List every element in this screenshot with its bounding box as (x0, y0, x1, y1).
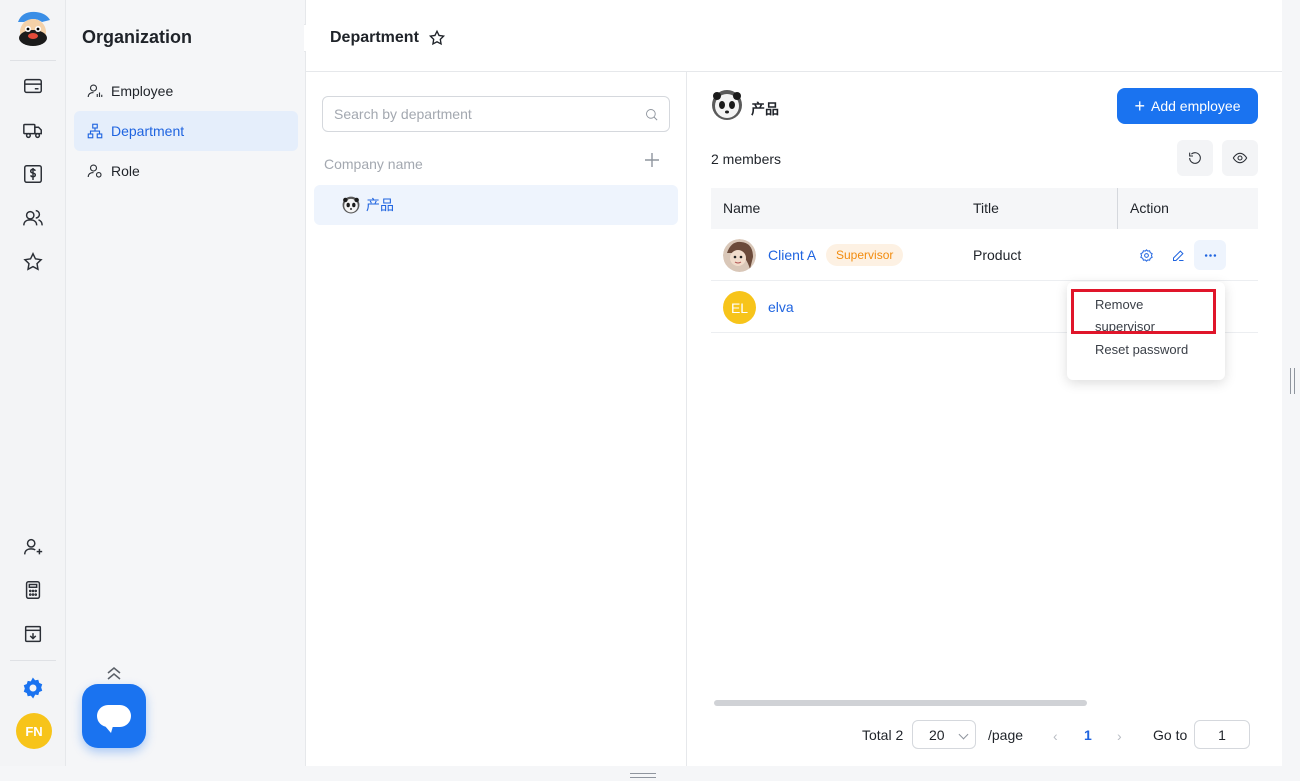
brand-logo[interactable] (12, 8, 54, 48)
employee-name-link[interactable]: elva (768, 299, 794, 315)
vertical-resize-handle[interactable] (1290, 368, 1295, 394)
employee-name-link[interactable]: Client A (768, 247, 816, 263)
rail-divider-bottom (10, 660, 56, 661)
add-user-icon[interactable] (21, 535, 45, 559)
app-root: FN Organization Employee Department Role… (0, 0, 1300, 781)
more-dots-icon (1204, 253, 1216, 257)
user-avatar[interactable]: FN (16, 713, 52, 749)
star-icon[interactable] (21, 250, 45, 274)
goto-page-input[interactable]: 1 (1194, 720, 1250, 749)
row-actions (1117, 229, 1258, 281)
supervisor-badge: Supervisor (826, 244, 904, 266)
role-icon (87, 164, 102, 178)
user-settings-button[interactable] (1133, 242, 1159, 268)
view-toggle-button[interactable] (1222, 140, 1258, 176)
user-gear-icon (1139, 248, 1153, 262)
plus-icon: + (1134, 96, 1145, 116)
chat-bubble-icon (97, 705, 131, 733)
refresh-button[interactable] (1177, 140, 1213, 176)
calculator-icon[interactable] (21, 578, 45, 602)
department-tree-panel: Search by department Company name 产品 (306, 72, 687, 766)
pagination-total: Total 2 (862, 727, 904, 743)
column-header-action: Action (1130, 200, 1169, 216)
next-page-icon[interactable]: › (1117, 728, 1122, 744)
search-icon (646, 109, 658, 121)
column-divider (1117, 188, 1118, 229)
sidebar-item-employee[interactable]: Employee (74, 71, 298, 111)
table-row: Client A Supervisor Product (711, 229, 1258, 281)
members-panel: 产品 + Add employee 2 members Name Title A… (687, 72, 1282, 766)
double-chevron-up-icon[interactable] (104, 664, 124, 682)
eye-icon (1232, 152, 1248, 164)
horizontal-resize-handle[interactable] (630, 773, 656, 778)
tree-node-label: 产品 (366, 197, 394, 213)
chevron-down-icon (958, 729, 969, 740)
goto-page-value: 1 (1218, 726, 1226, 743)
employee-initials-avatar: EL (723, 291, 756, 324)
column-header-name: Name (723, 200, 761, 216)
employee-icon (87, 84, 103, 98)
per-page-label: /page (988, 727, 1024, 743)
department-name: 产品 (751, 101, 779, 117)
chat-button[interactable] (82, 684, 146, 748)
add-employee-button[interactable]: + Add employee (1117, 88, 1258, 124)
icon-rail: FN (0, 0, 66, 766)
sidebar-item-label: Employee (111, 83, 174, 99)
rail-divider (10, 60, 56, 61)
pagination: Total 2 20 /page ‹ 1 › Go to 1 (687, 720, 1282, 750)
edit-button[interactable] (1165, 242, 1191, 268)
employee-title: Product (973, 247, 1022, 263)
main-content: Department Search by department Company … (306, 0, 1282, 766)
page-header: Department (306, 0, 1282, 72)
member-count: 2 members (711, 151, 782, 167)
pencil-icon (1172, 249, 1184, 261)
add-department-icon[interactable] (644, 152, 660, 168)
page-size-select[interactable]: 20 (912, 720, 976, 749)
organization-sidebar: Organization Employee Department Role (66, 0, 306, 766)
current-page[interactable]: 1 (1084, 727, 1092, 743)
refresh-icon (1189, 152, 1201, 164)
wallet-icon[interactable] (21, 74, 45, 98)
column-header-title: Title (973, 200, 999, 216)
download-box-icon[interactable] (21, 622, 45, 646)
prev-page-icon[interactable]: ‹ (1053, 728, 1058, 744)
page-size-value: 20 (929, 726, 945, 743)
sidebar-item-role[interactable]: Role (74, 151, 298, 191)
search-placeholder: Search by department (334, 106, 472, 122)
sidebar-item-label: Role (111, 163, 140, 179)
add-employee-label: Add employee (1151, 98, 1241, 114)
table-header: Name Title Action (711, 188, 1258, 229)
org-chart-icon (87, 123, 103, 139)
department-avatar-icon (712, 90, 742, 120)
sidebar-item-department[interactable]: Department (74, 111, 298, 151)
sidebar-title: Organization (82, 27, 193, 47)
sidebar-item-label: Department (111, 123, 185, 139)
menu-item-reset-password[interactable]: Reset password (1095, 342, 1188, 357)
truck-icon[interactable] (21, 118, 45, 142)
favorite-star-icon[interactable] (428, 29, 446, 47)
billing-icon[interactable] (21, 162, 45, 186)
department-search-input[interactable]: Search by department (322, 96, 670, 132)
highlight-box (1071, 289, 1216, 334)
client-avatar (723, 239, 756, 272)
panda-avatar-icon (342, 196, 360, 214)
horizontal-scrollbar[interactable] (714, 700, 1087, 706)
settings-gear-icon[interactable] (21, 676, 45, 700)
more-actions-button[interactable] (1194, 240, 1226, 270)
tree-node-department[interactable]: 产品 (314, 185, 678, 225)
users-icon[interactable] (21, 206, 45, 230)
goto-label: Go to (1153, 727, 1188, 743)
company-name-label: Company name (324, 156, 423, 172)
page-title: Department (330, 29, 419, 46)
